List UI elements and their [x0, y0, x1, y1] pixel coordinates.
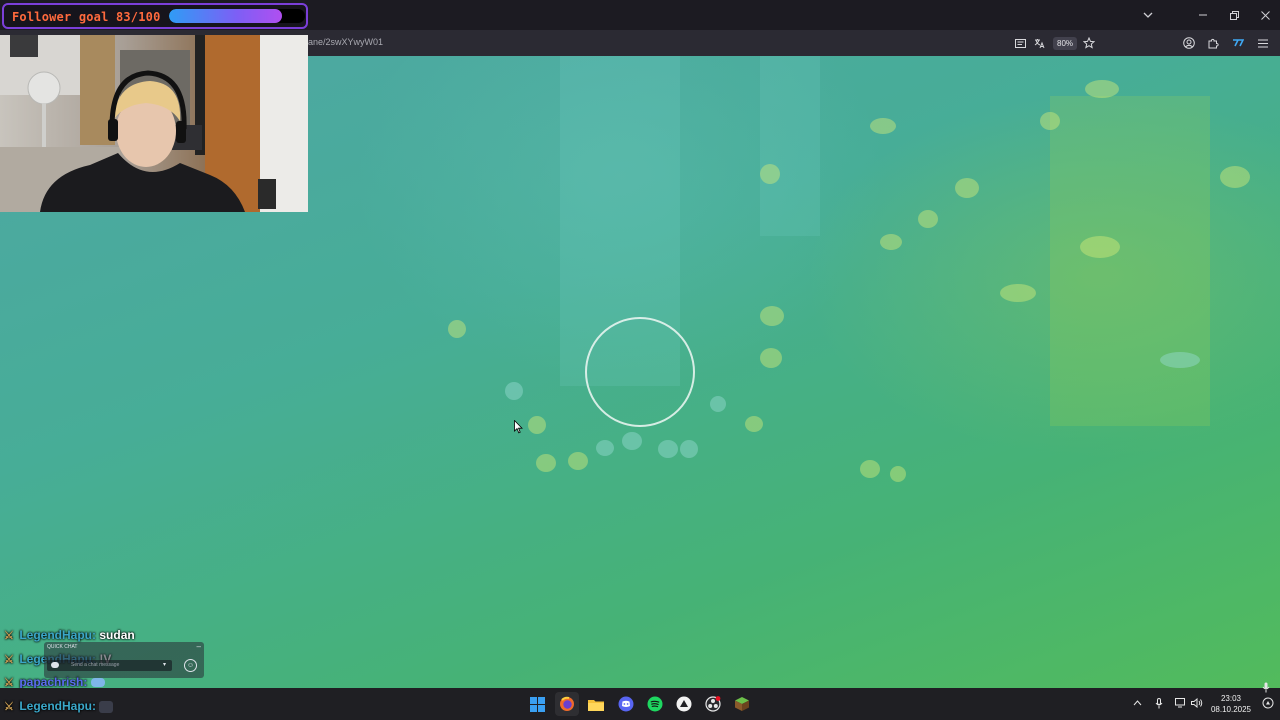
quick-chat-close-button[interactable]: –	[197, 642, 201, 651]
extension-icon[interactable]	[1230, 35, 1246, 51]
tray-overflow-icon[interactable]	[1133, 697, 1142, 709]
clock-time: 23:03	[1220, 694, 1242, 703]
bokeh-light	[536, 454, 556, 472]
microphone-icon[interactable]	[1262, 682, 1270, 696]
bokeh-light	[760, 306, 784, 326]
bokeh-light	[528, 416, 546, 434]
restore-icon[interactable]	[1219, 0, 1249, 30]
chat-message: sudan	[99, 628, 135, 642]
minimize-icon[interactable]	[1188, 0, 1218, 30]
quick-chat-input[interactable]: Send a chat message ▾	[47, 660, 172, 671]
quick-chat-title: QUICK CHAT	[47, 644, 78, 650]
bokeh-light	[1160, 352, 1200, 368]
reader-view-icon[interactable]	[1012, 35, 1028, 51]
bokeh-light	[760, 348, 782, 368]
bokeh-light	[622, 432, 642, 450]
follower-goal-text: Follower goal 83/100	[12, 10, 161, 24]
bokeh-light	[1085, 80, 1119, 98]
windows-taskbar: ⚔ LegendHapu: 23:03 08.10.2025	[0, 682, 1280, 720]
quick-chat-panel: QUICK CHAT – Send a chat message ▾ ☺	[44, 642, 204, 678]
follower-goal-progress-track	[169, 9, 305, 23]
loading-spinner-ring	[585, 317, 695, 427]
bokeh-light	[680, 440, 698, 458]
mouse-cursor-icon	[514, 420, 523, 434]
microphone-icon[interactable]	[1155, 698, 1163, 712]
background-pillar	[760, 56, 820, 236]
emote-icon	[99, 700, 114, 713]
windows-start-icon[interactable]	[525, 692, 549, 716]
background-pillar	[1050, 96, 1210, 426]
bokeh-light	[760, 164, 780, 184]
firefox-icon[interactable]	[555, 692, 579, 716]
bokeh-light	[745, 416, 763, 432]
bokeh-light	[918, 210, 938, 228]
speaker-icon[interactable]	[1191, 697, 1203, 711]
bokeh-light	[890, 466, 906, 482]
zoom-level-badge[interactable]: 80%	[1053, 37, 1078, 50]
emoji-icon[interactable]: ☺	[184, 659, 197, 672]
file-explorer-icon[interactable]	[584, 692, 608, 716]
chat-username: LegendHapu:	[19, 699, 97, 713]
sword-badge-icon: ⚔	[4, 630, 14, 642]
webcam-feed	[0, 35, 308, 212]
bokeh-light	[870, 118, 896, 134]
menu-icon[interactable]	[1255, 35, 1271, 51]
bokeh-light	[658, 440, 678, 458]
follower-goal-widget: Follower goal 83/100	[2, 3, 308, 29]
account-icon[interactable]	[1181, 35, 1197, 51]
chat-bubble-icon	[51, 662, 59, 668]
extensions-icon[interactable]	[1205, 35, 1221, 51]
bokeh-light	[710, 396, 726, 412]
chevron-down-icon[interactable]	[1133, 0, 1163, 30]
app-icon[interactable]	[672, 692, 696, 716]
bokeh-light	[448, 320, 466, 338]
emote-icon	[90, 678, 105, 688]
network-icon[interactable]	[1175, 698, 1187, 711]
bokeh-light	[1080, 236, 1120, 258]
discord-icon[interactable]	[614, 692, 638, 716]
translate-icon[interactable]	[1031, 35, 1047, 51]
clock-date: 08.10.2025	[1210, 705, 1252, 714]
bokeh-light	[955, 178, 979, 198]
quick-chat-placeholder: Send a chat message	[71, 662, 120, 668]
url-bar-text[interactable]: ane/2swXYwyW01	[308, 37, 383, 47]
bokeh-light	[860, 460, 880, 478]
spotify-icon[interactable]	[643, 692, 667, 716]
notification-icon[interactable]	[1262, 697, 1274, 712]
bokeh-light	[596, 440, 614, 456]
close-icon[interactable]	[1250, 0, 1280, 30]
chat-line: ⚔ LegendHapu:	[4, 699, 114, 713]
chat-line: ⚔ LegendHapu: sudan	[4, 628, 135, 642]
chat-username: LegendHapu:	[19, 628, 97, 642]
follower-goal-progress-fill	[169, 9, 282, 23]
system-clock[interactable]: 23:03 08.10.2025	[1208, 693, 1254, 715]
bokeh-light	[1040, 112, 1060, 130]
minecraft-icon[interactable]	[730, 692, 754, 716]
bokeh-light	[1000, 284, 1036, 302]
bokeh-light	[1220, 166, 1250, 188]
bookmark-star-icon[interactable]	[1081, 35, 1097, 51]
bokeh-light	[505, 382, 523, 400]
sword-badge-icon: ⚔	[4, 654, 14, 666]
bokeh-light	[880, 234, 902, 250]
obs-icon[interactable]	[701, 692, 725, 716]
bokeh-light	[568, 452, 588, 470]
chevron-down-icon[interactable]: ▾	[163, 660, 166, 671]
sword-badge-icon: ⚔	[4, 701, 14, 713]
